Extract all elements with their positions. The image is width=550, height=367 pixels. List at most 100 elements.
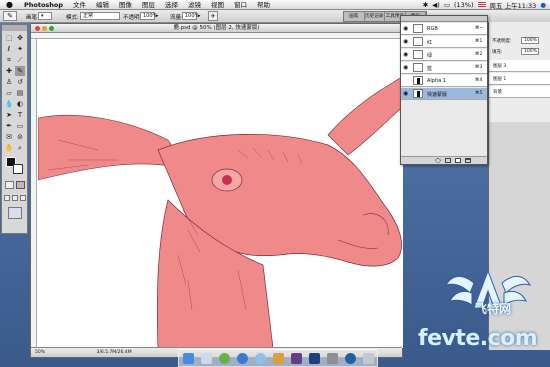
channels-panel-header[interactable] xyxy=(401,16,487,22)
menu-layer[interactable]: 图层 xyxy=(137,0,160,10)
flag-icon[interactable] xyxy=(477,2,486,7)
channel-row-green[interactable]: ◉ 绿 ⌘2 xyxy=(401,49,487,61)
trash-icon[interactable] xyxy=(362,352,374,364)
menu-view[interactable]: 视图 xyxy=(206,0,229,10)
eyedropper-tool-icon[interactable]: ⊘ xyxy=(15,132,25,142)
screen-mode-standard-icon[interactable] xyxy=(4,195,10,201)
visibility-eye-icon[interactable] xyxy=(403,78,410,84)
flow-field[interactable]: 100% xyxy=(182,12,199,20)
menu-filter[interactable]: 滤镜 xyxy=(183,0,206,10)
visibility-eye-icon[interactable]: ◉ xyxy=(403,26,410,32)
visibility-eye-icon[interactable]: ◉ xyxy=(403,65,410,71)
bluetooth-icon[interactable]: ✱ xyxy=(423,1,428,9)
channel-row-red[interactable]: ◉ 红 ⌘1 xyxy=(401,36,487,48)
type-tool-icon[interactable]: T xyxy=(15,110,25,120)
mode-select[interactable]: 正常 xyxy=(80,12,120,20)
menu-help[interactable]: 帮助 xyxy=(252,0,275,10)
screen-mode-full-menu-icon[interactable] xyxy=(12,195,18,201)
clock[interactable]: 周五 上午11:33 xyxy=(490,0,537,10)
airbrush-toggle-icon[interactable]: ✈ xyxy=(208,11,218,21)
menu-edit[interactable]: 编辑 xyxy=(91,0,114,10)
crop-tool-icon[interactable]: ⌗ xyxy=(4,55,14,65)
doc-size[interactable]: 3/6.5.7M/26.4M xyxy=(96,350,131,355)
channel-row-rgb[interactable]: ◉ RGB ⌘~ xyxy=(401,23,487,35)
app-menu[interactable]: Photoshop xyxy=(19,0,68,10)
opacity-field[interactable]: 100% xyxy=(140,12,157,20)
layers-opacity-field[interactable]: 100% xyxy=(521,37,539,44)
mail-icon[interactable] xyxy=(200,352,212,364)
imovie-icon[interactable] xyxy=(290,352,302,364)
safari-icon[interactable] xyxy=(236,352,248,364)
pen-tool-icon[interactable]: ✒ xyxy=(4,121,14,131)
zoom-level[interactable]: 50% xyxy=(35,350,45,355)
path-selection-tool-icon[interactable]: ➤ xyxy=(4,110,14,120)
channels-panel-footer xyxy=(401,156,487,164)
save-selection-icon[interactable] xyxy=(445,158,451,163)
apple-menu-icon[interactable]: ● xyxy=(0,0,19,10)
spotlight-icon[interactable]: ● xyxy=(540,1,546,9)
dodge-tool-icon[interactable]: ◐ xyxy=(15,99,25,109)
visibility-eye-icon[interactable]: ◉ xyxy=(403,39,410,45)
screen-mode-full-icon[interactable] xyxy=(20,195,26,201)
gradient-tool-icon[interactable]: ▤ xyxy=(15,88,25,98)
toolbox-header[interactable] xyxy=(2,25,27,31)
channel-row-alpha[interactable]: Alpha 1 ⌘4 xyxy=(401,75,487,87)
layer-row[interactable]: 图层 3 xyxy=(489,60,550,72)
ruler-horizontal[interactable] xyxy=(31,33,402,39)
close-icon[interactable] xyxy=(35,26,40,31)
stamp-tool-icon[interactable]: ♙ xyxy=(4,77,14,87)
channel-row-quick-mask[interactable]: ◉ 快速蒙版 ⌘5 xyxy=(401,88,487,100)
magic-wand-tool-icon[interactable]: ✦ xyxy=(15,44,25,54)
new-channel-icon[interactable] xyxy=(455,158,461,163)
move-tool-icon[interactable]: ✥ xyxy=(15,33,25,43)
layer-row[interactable]: 背景 xyxy=(489,86,550,98)
zoom-icon[interactable] xyxy=(49,26,54,31)
blur-tool-icon[interactable]: 💧 xyxy=(4,99,14,109)
itunes-icon[interactable] xyxy=(254,352,266,364)
slice-tool-icon[interactable]: ⟋ xyxy=(15,55,25,65)
history-brush-tool-icon[interactable]: ↺ xyxy=(15,77,25,87)
quick-mask-mode-icon[interactable] xyxy=(16,181,25,189)
visibility-eye-icon[interactable]: ◉ xyxy=(403,91,410,97)
eraser-tool-icon[interactable]: ▱ xyxy=(4,88,14,98)
menu-window[interactable]: 窗口 xyxy=(229,0,252,10)
well-tab-brushes[interactable]: 画笔 xyxy=(344,12,365,21)
shape-tool-icon[interactable]: ▭ xyxy=(15,121,25,131)
layer-row[interactable]: 图层 1 xyxy=(489,73,550,85)
jump-to-imageready-icon[interactable] xyxy=(8,207,22,219)
battery-icon[interactable]: ▭ xyxy=(444,1,450,9)
menu-image[interactable]: 图像 xyxy=(114,0,137,10)
healing-brush-tool-icon[interactable]: ✚ xyxy=(4,66,14,76)
channel-row-blue[interactable]: ◉ 蓝 ⌘3 xyxy=(401,62,487,74)
canvas[interactable] xyxy=(38,40,403,348)
opacity-arrow-icon[interactable]: ▸ xyxy=(156,13,159,19)
brush-preset-picker[interactable]: ▾ xyxy=(38,12,52,20)
marquee-tool-icon[interactable]: ⬚ xyxy=(4,33,14,43)
well-tab-history[interactable]: 历史记录 xyxy=(365,12,385,21)
photoshop-icon[interactable] xyxy=(308,352,320,364)
hand-tool-icon[interactable]: ✋ xyxy=(4,143,14,153)
menu-select[interactable]: 选择 xyxy=(160,0,183,10)
trash-icon[interactable] xyxy=(465,158,471,163)
brush-tool-icon[interactable]: ✎ xyxy=(3,11,17,21)
visibility-eye-icon[interactable]: ◉ xyxy=(403,52,410,58)
iphoto-icon[interactable] xyxy=(272,352,284,364)
menu-file[interactable]: 文件 xyxy=(68,0,91,10)
background-color-swatch[interactable] xyxy=(13,164,23,174)
load-selection-icon[interactable] xyxy=(435,158,441,163)
system-preferences-icon[interactable] xyxy=(326,352,338,364)
quicktime-icon[interactable] xyxy=(344,352,356,364)
finder-icon[interactable] xyxy=(182,352,194,364)
layers-fill-field[interactable]: 100% xyxy=(521,48,539,55)
brush-tool-icon[interactable]: ✎ xyxy=(15,66,25,76)
ichat-icon[interactable] xyxy=(218,352,230,364)
notes-tool-icon[interactable]: ✉ xyxy=(4,132,14,142)
standard-mode-icon[interactable] xyxy=(5,181,14,189)
lasso-tool-icon[interactable]: ℓ xyxy=(4,44,14,54)
ruler-vertical[interactable] xyxy=(31,39,37,349)
volume-icon[interactable]: ◀) xyxy=(432,1,440,9)
zoom-tool-icon[interactable]: ⌕ xyxy=(15,143,25,153)
minimize-icon[interactable] xyxy=(42,26,47,31)
flow-arrow-icon[interactable]: ▸ xyxy=(198,13,201,19)
document-titlebar[interactable]: 鹿.psd @ 50% (图层 2, 快速蒙版) xyxy=(31,24,402,33)
